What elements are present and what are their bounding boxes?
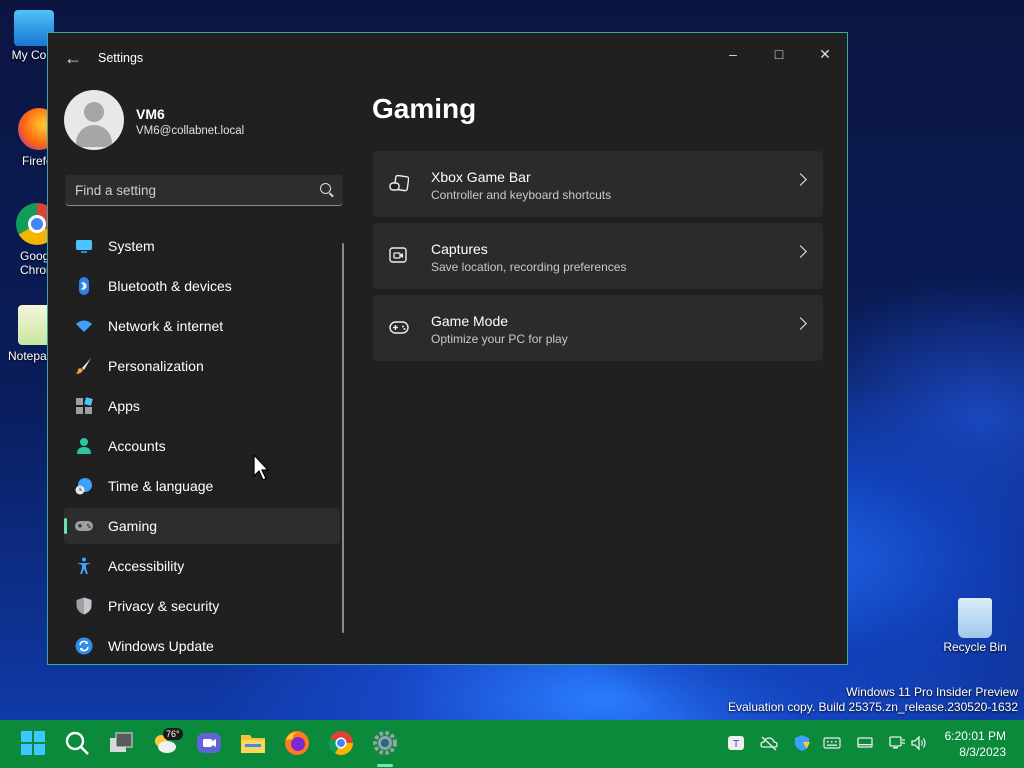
sidebar-item-label: Personalization	[108, 358, 204, 374]
card-subtitle: Controller and keyboard shortcuts	[431, 188, 612, 202]
apps-icon	[76, 397, 93, 414]
sidebar-item-windows-update[interactable]: Windows Update	[64, 628, 340, 664]
globe-clock-icon	[75, 478, 92, 495]
sidebar-item-label: Bluetooth & devices	[108, 278, 232, 294]
active-app-indicator	[377, 764, 393, 767]
sidebar-item-label: Apps	[108, 398, 140, 414]
watermark-line1: Windows 11 Pro Insider Preview	[846, 685, 1018, 699]
mouse-cursor	[253, 454, 269, 481]
sidebar-item-label: Windows Update	[108, 638, 214, 654]
system-icon	[76, 240, 92, 253]
wifi-icon	[76, 320, 92, 332]
game-bar-icon	[389, 175, 409, 192]
back-button[interactable]: ←	[62, 47, 84, 69]
search-icon[interactable]	[320, 183, 331, 194]
capture-icon	[389, 247, 407, 263]
close-button[interactable]: ✕	[803, 39, 847, 69]
card-subtitle: Optimize your PC for play	[431, 332, 568, 346]
card-title: Captures	[431, 241, 488, 257]
task-view-icon[interactable]	[108, 730, 134, 756]
page-title: Gaming	[372, 93, 477, 124]
search-input[interactable]	[65, 175, 317, 206]
chrome-icon[interactable]	[328, 730, 354, 756]
settings-gear-icon[interactable]	[372, 730, 398, 756]
onedrive-offline-icon[interactable]	[760, 734, 778, 752]
desktop-icon-label: Notepa	[8, 349, 47, 363]
teams-tray-icon[interactable]: T	[727, 734, 745, 752]
volume-icon[interactable]	[910, 734, 928, 752]
system-clock[interactable]: 6:20:01 PM 8/3/2023	[945, 728, 1006, 760]
sidebar-item-apps[interactable]: Apps	[64, 388, 340, 424]
teams-chat-icon[interactable]	[196, 730, 222, 756]
sidebar-item-privacy-security[interactable]: Privacy & security	[64, 588, 340, 624]
sidebar-item-network[interactable]: Network & internet	[64, 308, 340, 344]
sidebar-item-personalization[interactable]: Personalization	[64, 348, 340, 384]
card-subtitle: Save location, recording preferences	[431, 260, 627, 274]
user-email: VM6@collabnet.local	[136, 125, 245, 137]
sidebar-item-bluetooth[interactable]: Bluetooth & devices	[64, 268, 340, 304]
bluetooth-icon	[79, 277, 89, 295]
shield-icon	[76, 597, 92, 615]
keyboard-icon[interactable]	[823, 734, 841, 752]
chevron-right-icon	[794, 173, 807, 186]
card-game-mode[interactable]: Game Mode Optimize your PC for play	[373, 295, 823, 361]
avatar-body	[76, 125, 112, 147]
accessibility-icon	[77, 557, 91, 574]
sidebar-item-label: Privacy & security	[108, 598, 220, 614]
sidebar-item-label: Gaming	[108, 518, 158, 534]
sidebar-item-label: Accessibility	[108, 558, 185, 574]
clock-date: 8/3/2023	[959, 745, 1006, 759]
start-button-windows-icon[interactable]	[20, 730, 46, 756]
game-mode-icon	[389, 321, 409, 334]
avatar[interactable]	[64, 90, 124, 150]
display-icon[interactable]	[856, 734, 874, 752]
clock-time: 6:20:01 PM	[944, 729, 1006, 743]
sidebar-item-label: Network & internet	[108, 318, 224, 334]
taskbar: 76° T 6:20:01 PM 8/3/2023	[0, 720, 1024, 768]
weather-temperature-badge: 76°	[163, 728, 183, 740]
maximize-button[interactable]: □	[757, 39, 801, 69]
chevron-right-icon	[794, 317, 807, 330]
app-title: Settings	[98, 51, 144, 65]
watermark-line2: Evaluation copy. Build 25375.zn_release.…	[728, 700, 1018, 714]
sidebar-item-label: System	[108, 238, 155, 254]
sidebar-item-accounts[interactable]: Accounts	[64, 428, 340, 464]
recycle-bin-icon	[958, 598, 992, 638]
desktop-icon-label: Recycle Bin	[943, 640, 1007, 654]
card-captures[interactable]: Captures Save location, recording prefer…	[373, 223, 823, 289]
sidebar-item-system[interactable]: System	[64, 228, 340, 264]
person-icon	[77, 438, 91, 454]
sidebar-nav: System Bluetooth & devices Network & int…	[64, 228, 340, 664]
minimize-button[interactable]: –	[711, 39, 755, 69]
chevron-right-icon	[794, 245, 807, 258]
card-title: Xbox Game Bar	[431, 169, 531, 185]
sidebar-item-gaming[interactable]: Gaming	[64, 508, 340, 544]
file-explorer-icon[interactable]	[240, 730, 266, 756]
gamepad-icon	[75, 521, 93, 531]
avatar-head	[84, 102, 104, 122]
sidebar-item-time-language[interactable]: Time & language	[64, 468, 340, 504]
svg-text:T: T	[732, 739, 740, 750]
sidebar-item-label: Time & language	[108, 478, 214, 494]
desktop-icon-recycle-bin[interactable]: Recycle Bin	[940, 598, 1010, 654]
arrow-left-icon: ←	[64, 48, 82, 68]
security-shield-icon[interactable]	[793, 734, 811, 752]
update-icon	[75, 637, 93, 655]
card-xbox-game-bar[interactable]: Xbox Game Bar Controller and keyboard sh…	[373, 151, 823, 217]
network-icon[interactable]	[888, 734, 906, 752]
active-indicator	[64, 518, 67, 534]
search-icon[interactable]	[64, 730, 90, 756]
sidebar-scrollbar[interactable]	[342, 243, 344, 633]
card-title: Game Mode	[431, 313, 509, 329]
user-name: VM6	[136, 106, 165, 122]
brush-icon	[76, 358, 91, 374]
sidebar-item-label: Accounts	[108, 438, 166, 454]
search-box[interactable]	[65, 175, 343, 206]
firefox-icon[interactable]	[284, 730, 310, 756]
evaluation-watermark: Windows 11 Pro Insider Preview Evaluatio…	[728, 685, 1018, 715]
settings-window: ← Settings – □ ✕ VM6 VM6@collabnet.local…	[47, 32, 848, 665]
sidebar-item-accessibility[interactable]: Accessibility	[64, 548, 340, 584]
title-bar[interactable]: ← Settings – □ ✕	[48, 33, 847, 81]
